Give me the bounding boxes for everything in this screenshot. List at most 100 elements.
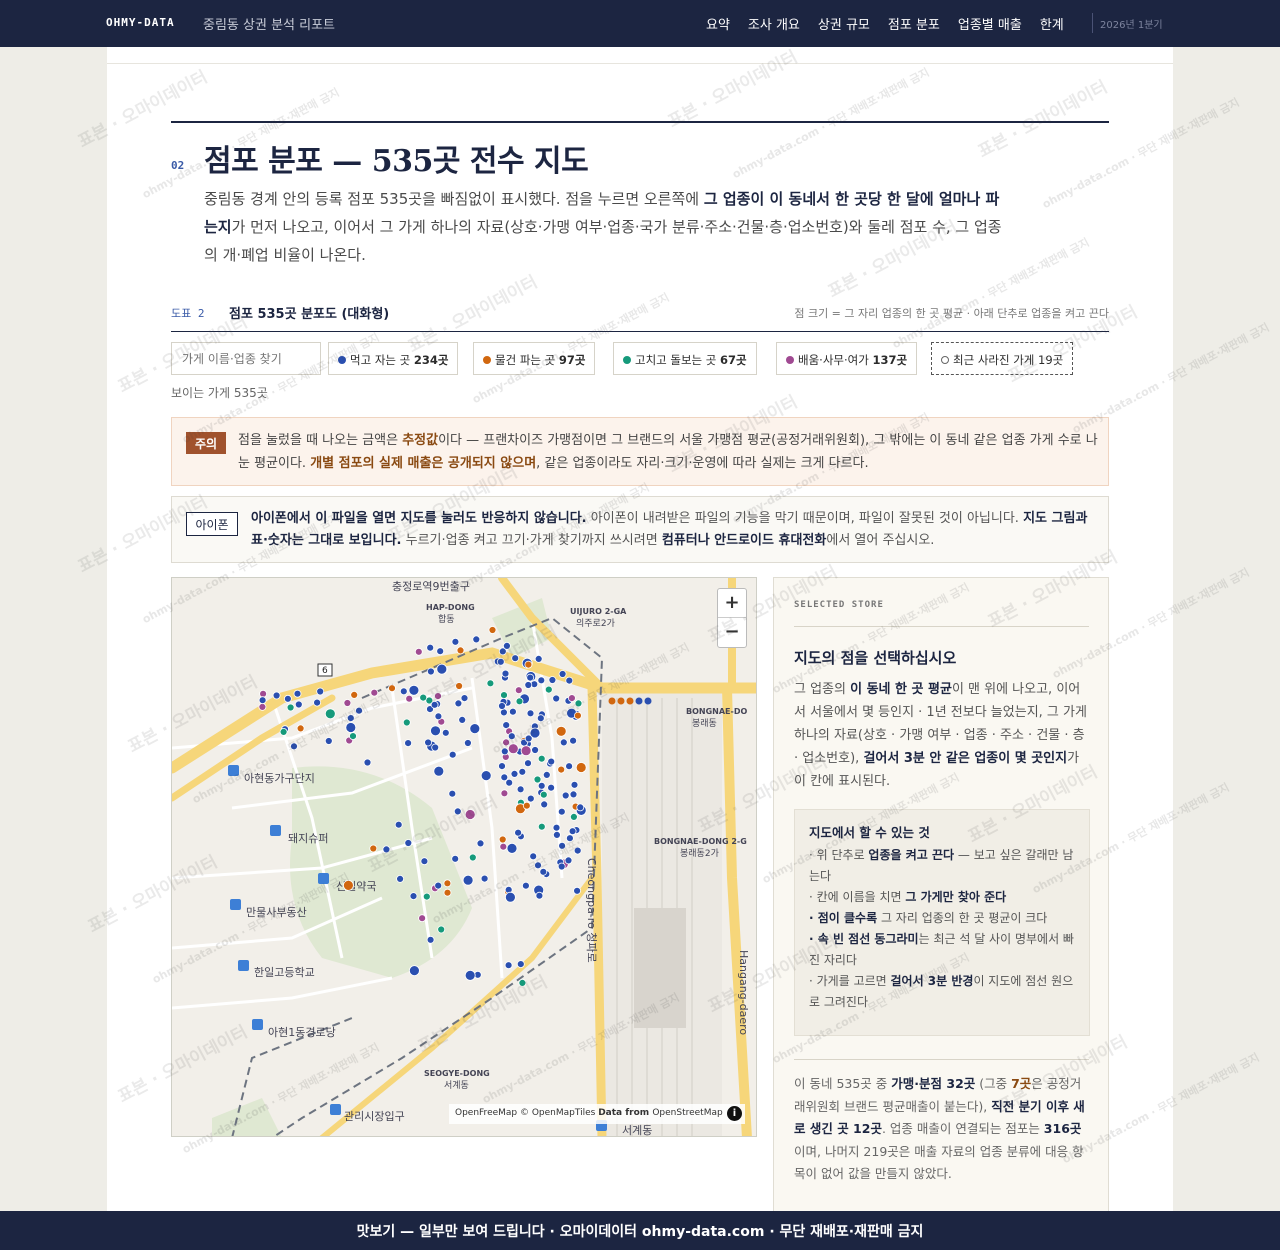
- store-dot[interactable]: [534, 861, 542, 870]
- store-dot[interactable]: [508, 707, 517, 716]
- store-dot[interactable]: [518, 978, 527, 987]
- store-dot[interactable]: [448, 750, 457, 759]
- store-dot[interactable]: [455, 682, 464, 690]
- filter-chip-closed[interactable]: 최근 사라진 가게 19곳: [931, 342, 1074, 375]
- nav-item-sales-by-industry[interactable]: 업종별 매출: [958, 14, 1022, 33]
- filter-chip-shop[interactable]: 물건 파는 곳 97곳: [473, 342, 596, 375]
- store-dot[interactable]: [516, 960, 525, 969]
- store-dot[interactable]: [515, 697, 524, 706]
- store-dot[interactable]: [539, 867, 548, 876]
- store-dot[interactable]: [434, 881, 443, 890]
- store-dot[interactable]: [443, 879, 452, 888]
- store-dot[interactable]: [520, 745, 532, 757]
- store-dot[interactable]: [453, 807, 462, 816]
- store-dot[interactable]: [498, 702, 506, 710]
- store-dot[interactable]: [480, 874, 489, 883]
- store-dot[interactable]: [514, 828, 523, 837]
- store-dot[interactable]: [370, 688, 379, 697]
- store-dot[interactable]: [521, 881, 530, 890]
- store-dot[interactable]: [537, 781, 546, 790]
- store-dot[interactable]: [259, 689, 267, 698]
- store-dot[interactable]: [498, 762, 506, 771]
- store-dot[interactable]: [369, 844, 378, 853]
- store-dot[interactable]: [644, 697, 652, 705]
- store-dot[interactable]: [570, 780, 579, 789]
- store-dot[interactable]: [575, 762, 587, 773]
- store-dot[interactable]: [394, 820, 403, 829]
- store-dot[interactable]: [464, 809, 476, 820]
- map-canvas[interactable]: 충정로역9번출구 HAP-DONG 합동 UIJURO 2-GA 의주로2가 B…: [172, 578, 757, 1137]
- store-dot[interactable]: [437, 925, 446, 934]
- store-dot[interactable]: [516, 785, 525, 794]
- zoom-out-button[interactable]: −: [718, 618, 746, 647]
- store-dot[interactable]: [382, 845, 391, 854]
- store-dot[interactable]: [414, 647, 423, 656]
- store-dot[interactable]: [408, 965, 420, 977]
- store-dot[interactable]: [537, 754, 546, 763]
- store-dot[interactable]: [552, 823, 561, 832]
- store-dot[interactable]: [542, 770, 551, 779]
- store-search-input[interactable]: [171, 342, 321, 375]
- store-dot[interactable]: [506, 842, 518, 854]
- store-dot[interactable]: [552, 830, 561, 839]
- store-dot[interactable]: [296, 724, 305, 733]
- store-dot[interactable]: [420, 857, 429, 866]
- store-dot[interactable]: [419, 693, 428, 702]
- nav-item-market-size[interactable]: 상권 규모: [818, 14, 870, 33]
- store-dot[interactable]: [533, 775, 542, 784]
- store-dot[interactable]: [573, 711, 582, 720]
- store-dot[interactable]: [388, 684, 396, 693]
- filter-chip-care[interactable]: 고치고 돌보는 곳 67곳: [613, 342, 757, 375]
- store-dot[interactable]: [534, 655, 543, 663]
- store-dot[interactable]: [454, 699, 463, 708]
- store-dot[interactable]: [436, 647, 445, 656]
- store-dot[interactable]: [537, 822, 546, 831]
- store-dot[interactable]: [350, 691, 359, 699]
- store-dot[interactable]: [458, 715, 467, 724]
- store-dot[interactable]: [294, 700, 303, 709]
- store-dot[interactable]: [345, 722, 357, 733]
- store-dot[interactable]: [514, 686, 523, 695]
- store-dot[interactable]: [443, 888, 452, 897]
- store-dot[interactable]: [522, 801, 531, 810]
- info-icon[interactable]: i: [727, 1106, 742, 1121]
- store-dot[interactable]: [408, 684, 420, 696]
- store-dot[interactable]: [547, 757, 556, 766]
- store-dot[interactable]: [617, 697, 625, 705]
- store-dot[interactable]: [569, 790, 578, 799]
- store-dot[interactable]: [608, 697, 616, 705]
- store-dot[interactable]: [430, 725, 441, 737]
- store-dot[interactable]: [434, 692, 442, 700]
- store-dot[interactable]: [565, 834, 574, 843]
- store-dot[interactable]: [396, 874, 405, 883]
- store-dot[interactable]: [535, 891, 544, 900]
- store-dot[interactable]: [460, 694, 469, 702]
- store-dot[interactable]: [258, 702, 267, 711]
- store-dot[interactable]: [573, 886, 582, 895]
- store-dot[interactable]: [402, 718, 411, 727]
- store-dot[interactable]: [279, 727, 288, 736]
- store-dot[interactable]: [499, 708, 508, 717]
- store-dot[interactable]: [500, 789, 509, 798]
- store-dot[interactable]: [511, 654, 520, 663]
- store-dot[interactable]: [565, 676, 574, 685]
- store-dot[interactable]: [346, 714, 355, 723]
- nav-item-limits[interactable]: 한계: [1040, 14, 1064, 33]
- store-dot[interactable]: [505, 778, 514, 787]
- store-dot[interactable]: [501, 669, 510, 678]
- store-dot[interactable]: [488, 626, 497, 634]
- nav-item-store-distribution[interactable]: 점포 분포: [888, 14, 940, 33]
- store-dot[interactable]: [342, 879, 354, 891]
- store-dot[interactable]: [343, 699, 352, 707]
- store-dot[interactable]: [418, 914, 427, 923]
- store-dot[interactable]: [500, 747, 509, 756]
- store-dot[interactable]: [537, 676, 546, 685]
- store-dot[interactable]: [526, 673, 535, 682]
- store-dot[interactable]: [529, 852, 538, 861]
- store-dot[interactable]: [404, 739, 413, 748]
- store-dot[interactable]: [499, 842, 508, 851]
- store-dot[interactable]: [426, 643, 435, 652]
- store-dot[interactable]: [547, 783, 556, 792]
- store-dot[interactable]: [472, 635, 481, 644]
- store-dot[interactable]: [540, 800, 549, 809]
